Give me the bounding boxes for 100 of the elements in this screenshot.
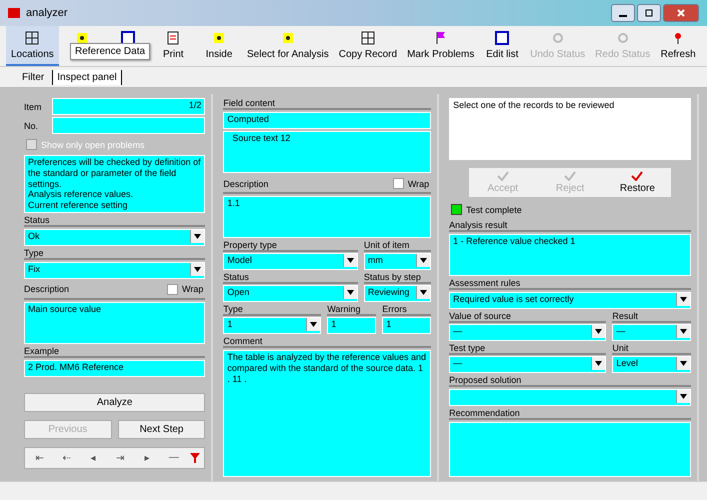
field-label: Errors — [382, 304, 407, 314]
text-area[interactable]: 1.1 — [223, 196, 432, 238]
close-button[interactable] — [663, 4, 699, 22]
field-label: Status — [24, 214, 50, 225]
maximize-icon — [645, 9, 653, 17]
action-button[interactable]: Restore — [604, 168, 672, 197]
filter-icon[interactable] — [188, 450, 202, 465]
input-field[interactable]: 1 — [327, 317, 376, 334]
toolbar-button[interactable]: Print — [150, 26, 196, 66]
input-field[interactable]: 1/2 — [52, 98, 206, 115]
field-label: Test type — [449, 343, 486, 353]
dropdown-arrow-icon — [680, 394, 687, 399]
field-label: Comment — [223, 336, 262, 346]
field-value: 1 — [226, 318, 234, 331]
toolbar-button[interactable]: Edit list — [479, 26, 526, 66]
dropdown-arrow-icon — [346, 258, 354, 263]
check-icon — [631, 171, 644, 181]
field-label: Warning — [327, 304, 360, 314]
status-label: Test complete — [466, 204, 522, 214]
field-value: — — [615, 325, 626, 338]
field-value: Reviewing — [366, 286, 410, 299]
field-label: Item — [24, 102, 43, 112]
minimize-button[interactable] — [611, 4, 635, 22]
checkbox[interactable] — [392, 178, 404, 189]
dropdown-arrow-icon — [595, 329, 602, 334]
input-field[interactable]: Computed — [223, 112, 432, 129]
text-area[interactable]: The table is analyzed by the reference values and compared with the standard of the source data. 1 . 11 . — [223, 350, 432, 477]
field-label: Unit of item — [364, 240, 410, 250]
field-value: Open — [226, 286, 250, 299]
note-box: Select one of the records to be reviewed — [449, 98, 691, 160]
checkbox[interactable] — [167, 284, 178, 295]
field-value: Required value is set correctly — [452, 293, 575, 306]
dropdown[interactable]: Reviewing — [364, 285, 432, 302]
text-area[interactable]: Preferences will be checked by definition of the standard or parameter of the field settings. Analysis reference values. Current reference setting — [24, 155, 206, 213]
text-area[interactable]: Source text 12 — [223, 131, 432, 173]
field-label: Assessment rules — [449, 278, 520, 288]
toolbar-button[interactable]: Select for Analysis — [242, 26, 334, 66]
dropdown-arrow-icon — [194, 266, 202, 272]
checkbox-label: Show only open problems — [41, 140, 145, 150]
field-value: Model — [226, 254, 253, 267]
dropdown-arrow-icon — [346, 290, 354, 295]
nav-button[interactable]: Next Step — [118, 420, 206, 439]
dropdown[interactable]: Open — [223, 285, 358, 302]
field-label: Status by step — [364, 272, 421, 282]
dropdown[interactable]: — — [612, 324, 691, 341]
dropdown[interactable]: Ok — [24, 228, 206, 246]
dropdown[interactable]: Level — [612, 356, 691, 373]
document-icon — [165, 30, 182, 46]
input-field[interactable]: 2 Prod. MM6 Reference — [24, 360, 206, 377]
text-area[interactable]: Main source value — [24, 302, 206, 344]
window-title: analyzer — [26, 7, 68, 19]
dropdown[interactable]: 1 — [223, 317, 322, 334]
field-label: Result — [612, 311, 638, 321]
field-label: Unit — [612, 343, 628, 353]
checkbox-label: Wrap — [182, 284, 204, 294]
field-label: Recommendation — [449, 408, 520, 418]
field-value: — — [452, 325, 464, 338]
field-label: Status — [223, 272, 249, 282]
dropdown-arrow-icon — [595, 361, 602, 366]
check-icon — [564, 171, 576, 181]
field-value: 1 — [330, 318, 338, 331]
analyze-button[interactable]: Analyze — [24, 392, 206, 412]
field-label: Value of source — [449, 311, 512, 321]
toolbar-button[interactable]: Refresh — [655, 26, 702, 66]
input-field[interactable]: 1 — [382, 317, 432, 334]
toolbar-button[interactable]: Copy Record — [334, 26, 402, 66]
dropdown-arrow-icon — [680, 329, 687, 334]
field-label: Type — [24, 248, 44, 258]
field-value: Source text 12 — [231, 132, 292, 145]
field-value: Main source value — [27, 302, 102, 316]
field-value: 1.1 — [226, 197, 241, 210]
field-value: The table is analyzed by the reference values and compared with the standard of the source data. 1 . 11 . — [226, 351, 427, 386]
field-label: Proposed solution — [449, 375, 522, 385]
close-icon — [677, 9, 685, 17]
toolbar-button[interactable]: Mark Problems — [402, 26, 480, 66]
field-value: Ok — [27, 230, 41, 243]
toolbar-button[interactable]: Inside — [196, 26, 242, 66]
field-label: Property type — [223, 240, 277, 250]
dropdown[interactable]: Fix — [24, 262, 206, 279]
tab[interactable]: Filter — [18, 70, 48, 84]
toolbar-button[interactable]: Locations — [6, 26, 59, 66]
maximize-button[interactable] — [637, 4, 661, 22]
dropdown[interactable]: Required value is set correctly — [449, 292, 691, 309]
dropdown[interactable]: — — [449, 324, 606, 341]
dropdown[interactable]: mm — [364, 253, 432, 270]
dropdown[interactable]: — — [449, 356, 606, 373]
dropdown[interactable]: Model — [223, 253, 358, 270]
app-icon — [8, 8, 20, 18]
field-value: — — [452, 357, 464, 370]
text-area[interactable]: 1 - Reference value checked 1 — [449, 234, 691, 276]
input-field[interactable] — [52, 117, 206, 134]
checkbox-label: Wrap — [408, 178, 430, 188]
tooltip: Reference Data — [70, 43, 150, 60]
field-value: Level — [615, 357, 639, 370]
dropdown-arrow-icon — [310, 322, 318, 327]
field-label: Type — [223, 304, 243, 314]
tab[interactable]: Inspect panel — [52, 70, 122, 84]
grid-icon — [360, 30, 376, 46]
field-label: Example — [24, 346, 60, 356]
check-icon — [496, 171, 509, 181]
